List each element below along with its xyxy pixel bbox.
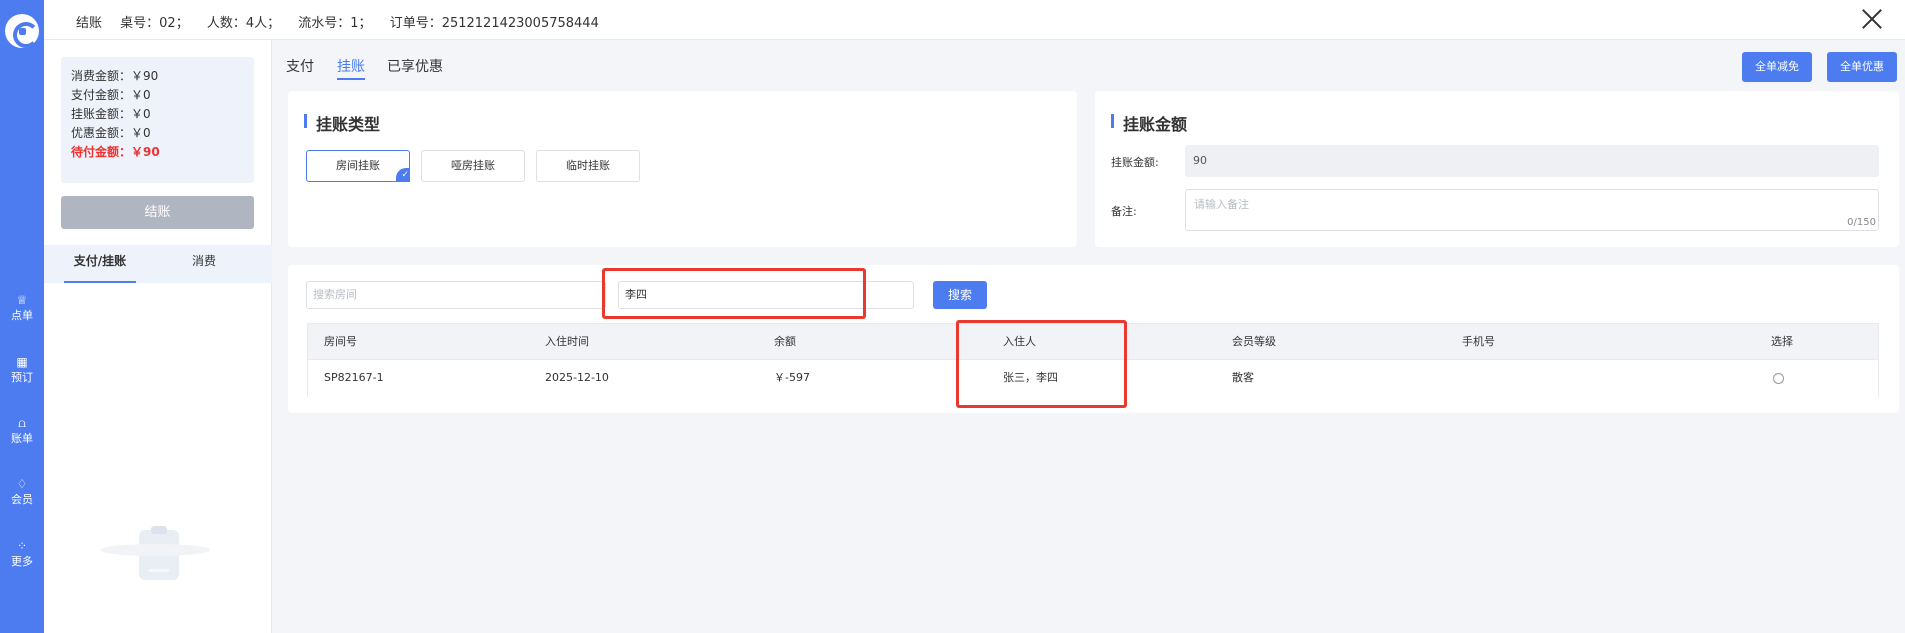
rail-item-label: 账单 xyxy=(11,432,33,445)
header-checkin-time: 入住时间 xyxy=(545,335,589,348)
dummy-room-charge-option[interactable]: 哑房挂账 xyxy=(421,150,525,182)
waive-all-button[interactable]: 全单减免 xyxy=(1742,52,1812,82)
empty-shadow xyxy=(100,544,210,556)
tab-charge[interactable]: 挂账 xyxy=(337,56,365,80)
room-charge-option[interactable]: 房间挂账 ✓ xyxy=(306,150,410,182)
amount-summary: 消费金额：￥90 支付金额：￥0 挂账金额：￥0 优惠金额：￥0 待付金额：￥9… xyxy=(61,57,254,183)
cell-balance: ￥-597 xyxy=(774,371,810,384)
header-select: 选择 xyxy=(1771,335,1793,348)
annotation-box-guests xyxy=(956,320,1127,408)
order-info: 结账 桌号：02； 人数：4人； 流水号：1； 订单号：251212142300… xyxy=(76,12,613,31)
close-icon[interactable] xyxy=(1861,8,1883,30)
room-search-input[interactable]: 搜索房间 xyxy=(306,281,606,309)
header-room: 房间号 xyxy=(324,335,357,348)
member-icon: ♢ xyxy=(16,477,28,491)
rail-item-bill[interactable]: ⩍ 账单 xyxy=(0,416,44,445)
header-bar: 结账 桌号：02； 人数：4人； 流水号：1； 订单号：251212142300… xyxy=(44,0,1905,40)
order-icon: ♕ xyxy=(16,293,28,307)
charge-amount-title: 挂账金额 xyxy=(1111,111,1187,135)
rail-item-booking[interactable]: ▦ 预订 xyxy=(0,355,44,384)
rail-item-member[interactable]: ♢ 会员 xyxy=(0,477,44,506)
remark-placeholder: 请输入备注 xyxy=(1194,198,1249,211)
rail-item-label: 会员 xyxy=(11,493,33,506)
option-label: 房间挂账 xyxy=(336,159,380,172)
order-number: 订单号：2512121423005758444 xyxy=(389,16,599,31)
rail-item-label: 更多 xyxy=(11,555,33,568)
due-amount: 待付金额：￥90 xyxy=(71,145,160,159)
consume-amount: 消费金额：￥90 xyxy=(71,69,159,83)
header-balance: 余额 xyxy=(774,335,796,348)
booking-icon: ▦ xyxy=(16,355,28,369)
rail-item-label: 预订 xyxy=(11,371,33,384)
checkout-button[interactable]: 结账 xyxy=(61,196,254,229)
remark-counter: 0/150 xyxy=(1847,217,1876,228)
annotation-box-search xyxy=(602,268,866,319)
bill-icon: ⩍ xyxy=(18,416,26,430)
rail-item-more[interactable]: ⁘ 更多 xyxy=(0,539,44,568)
remark-label: 备注: xyxy=(1111,205,1137,218)
charge-amount-card: 挂账金额 挂账金额: 90 备注: 请输入备注 0/150 xyxy=(1095,91,1899,247)
app-logo-icon xyxy=(5,14,39,48)
tab-pay[interactable]: 支付 xyxy=(286,56,314,76)
select-radio[interactable] xyxy=(1773,373,1784,384)
table-number: 桌号：02； xyxy=(120,16,189,31)
discount-amount: 优惠金额：￥0 xyxy=(71,126,151,140)
cell-member-level: 散客 xyxy=(1232,371,1254,384)
paid-amount: 支付金额：￥0 xyxy=(71,88,151,102)
cell-room: SP82167-1 xyxy=(324,371,384,384)
header-member-level: 会员等级 xyxy=(1232,335,1276,348)
header-phone: 手机号 xyxy=(1462,335,1495,348)
check-icon: ✓ xyxy=(396,168,410,182)
page-title: 结账 xyxy=(76,16,103,31)
offer-all-button[interactable]: 全单优惠 xyxy=(1827,52,1897,82)
more-icon: ⁘ xyxy=(16,539,28,553)
temp-charge-option[interactable]: 临时挂账 xyxy=(536,150,640,182)
rail-item-label: 点单 xyxy=(11,309,33,322)
left-tabs: 支付/挂账 消费 xyxy=(44,245,272,283)
rail-item-order[interactable]: ♕ 点单 xyxy=(0,293,44,322)
tab-offers[interactable]: 已享优惠 xyxy=(387,56,443,76)
remark-textarea[interactable]: 请输入备注 0/150 xyxy=(1185,189,1879,231)
charged-amount: 挂账金额：￥0 xyxy=(71,107,151,121)
guest-count: 人数：4人； xyxy=(206,16,281,31)
serial-number: 流水号：1； xyxy=(298,16,372,31)
amount-label: 挂账金额: xyxy=(1111,156,1159,169)
amount-field: 90 xyxy=(1185,145,1879,177)
left-rail: ♕ 点单 ▦ 预订 ⩍ 账单 ♢ 会员 ⁘ 更多 xyxy=(0,0,44,633)
search-button[interactable]: 搜索 xyxy=(933,281,987,309)
cell-checkin-time: 2025-12-10 xyxy=(545,371,609,384)
charge-type-card: 挂账类型 房间挂账 ✓ 哑房挂账 临时挂账 xyxy=(288,91,1077,247)
tab-pay-charge[interactable]: 支付/挂账 xyxy=(64,245,136,283)
charge-type-title: 挂账类型 xyxy=(304,111,380,135)
tab-consume[interactable]: 消费 xyxy=(168,245,240,283)
